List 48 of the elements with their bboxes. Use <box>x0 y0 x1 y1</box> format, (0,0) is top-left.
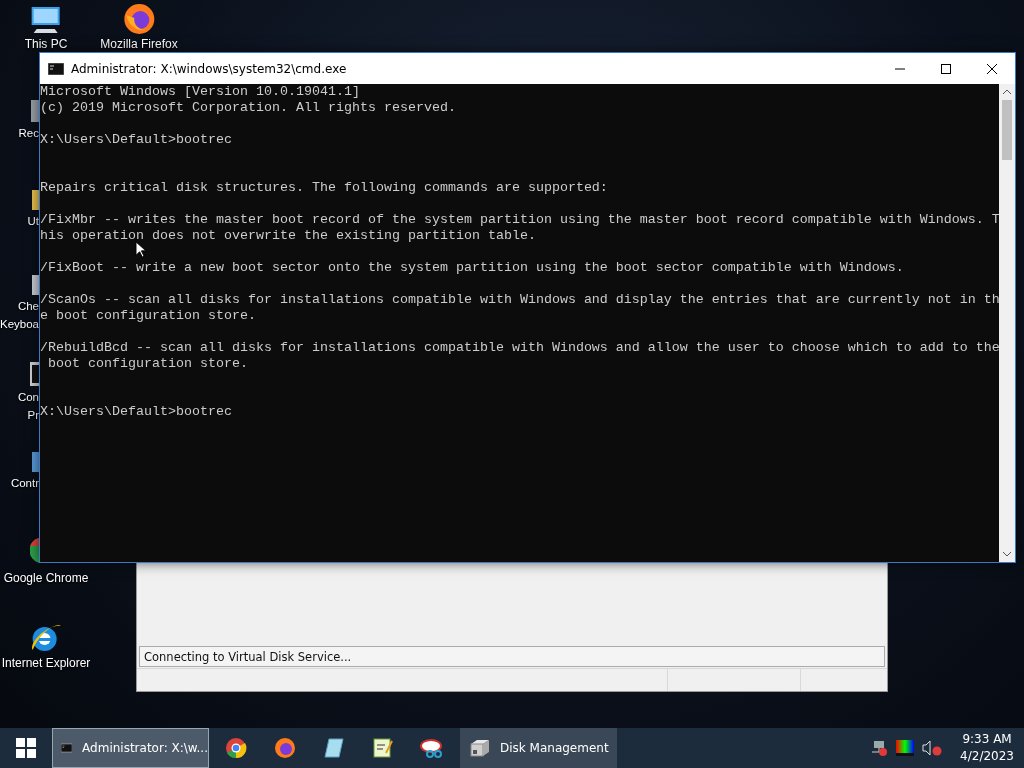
scrollbar-thumb[interactable] <box>1002 100 1012 160</box>
console-line: Repairs critical disk structures. The following commands are supported: <box>40 180 608 196</box>
console-line: /ScanOs -- scan all disks for installations compatible with Windows and display the entries that are currently not in th <box>40 292 999 308</box>
window-title: Administrator: X:\windows\system32\cmd.exe <box>71 61 348 76</box>
console-line: boot configuration store. <box>47 356 248 372</box>
volume-muted-icon[interactable] <box>922 740 943 756</box>
chrome-icon[interactable] <box>30 538 39 563</box>
icon-label: Pr <box>27 408 39 422</box>
console-line: e boot configuration store. <box>40 308 256 324</box>
scissors-icon[interactable] <box>419 737 444 759</box>
console-line: Microsoft Windows [Version 10.0.19041.1] <box>40 84 360 100</box>
console-line: X:\Users\Default>bootrec <box>40 132 232 148</box>
icon-label: Che <box>17 299 39 313</box>
taskbar-button[interactable]: Disk Management <box>460 728 617 768</box>
icon-label: Keyboa <box>0 317 39 331</box>
firefox-icon[interactable] <box>123 3 155 35</box>
icon-label: This PC <box>24 37 68 51</box>
icon-label: Rec <box>18 126 39 140</box>
icon-label: Contr <box>10 476 39 490</box>
maximize-icon <box>941 63 951 74</box>
chrome-icon[interactable] <box>224 737 247 759</box>
icon-label: Con <box>17 390 39 404</box>
console-line: /FixBoot -- write a new boot sector onto the system partition using the boot sector compatible with Windows. <box>40 260 904 276</box>
icon-label: Ut <box>27 214 39 228</box>
editor-icon[interactable] <box>371 737 394 759</box>
console-line: /FixMbr -- writes the master boot record of the system partition using the master boot record compatible with Windows. T <box>40 212 999 228</box>
network-error-icon[interactable] <box>870 740 889 756</box>
color-display-icon[interactable] <box>896 740 915 756</box>
console-line: /RebuildBcd -- scan all disks for installations compatible with Windows and allow the user to choose which to add to the <box>40 340 999 356</box>
icon-label: Internet Explorer <box>1 656 91 670</box>
console-line: (c) 2019 Microsoft Corporation. All rights reserved. <box>40 100 456 116</box>
notepad-icon[interactable] <box>322 737 345 759</box>
firefox-icon[interactable] <box>273 737 296 759</box>
icon-label: Mozilla Firefox <box>100 37 178 51</box>
icon-label: Google Chrome <box>3 571 89 585</box>
close-icon <box>986 62 998 75</box>
windows-logo-icon[interactable] <box>16 738 36 758</box>
scrollbar[interactable] <box>999 84 1015 562</box>
console-line: X:\Users\Default>bootrec <box>40 404 232 420</box>
taskbar-button[interactable]: Administrator: X:\w... <box>52 728 209 768</box>
clock-date[interactable]: 4/2/2023 <box>960 748 1014 765</box>
status-message: Connecting to Virtual Disk Service... <box>139 646 885 667</box>
console-line: his operation does not overwrite the existing partition table. <box>40 228 536 244</box>
computer-icon[interactable] <box>29 5 63 35</box>
internet-explorer-icon[interactable] <box>29 622 63 654</box>
disk-drive-icon <box>468 738 490 758</box>
clock-time[interactable]: 9:33 AM <box>962 731 1012 748</box>
cursor-icon <box>135 241 146 258</box>
